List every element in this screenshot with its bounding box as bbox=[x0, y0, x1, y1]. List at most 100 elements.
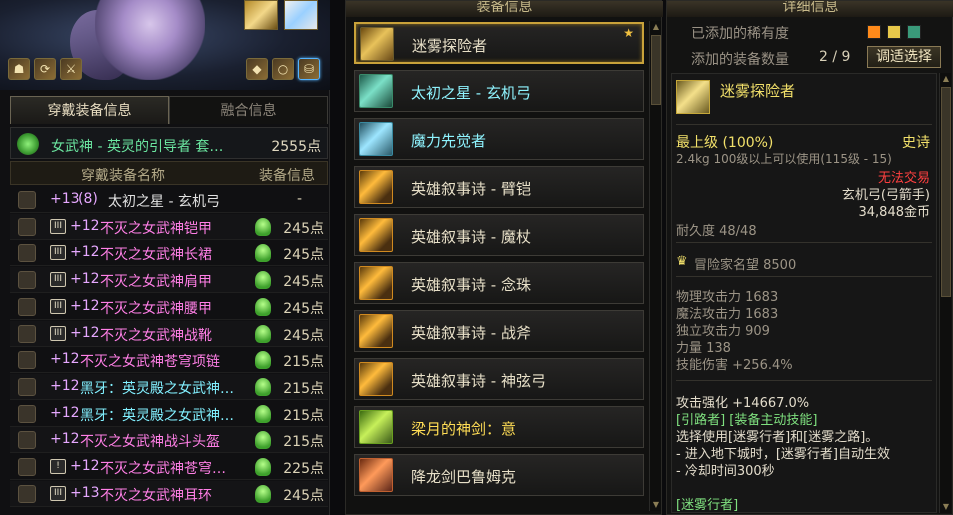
enhance-level: +12 bbox=[50, 431, 80, 448]
item-card[interactable]: 英雄叙事诗 - 念珠 bbox=[354, 262, 644, 304]
detail-price: 34,848金币 bbox=[858, 205, 931, 220]
equipment-row[interactable]: +12 黑牙：英灵殿之女武神… 215点 bbox=[10, 373, 328, 400]
equipment-name: 不灭之女武神战靴 bbox=[100, 327, 212, 344]
equipment-row[interactable]: III +12 不灭之女武神长裙 245点 bbox=[10, 240, 328, 267]
equipment-points: 245点 bbox=[283, 300, 324, 317]
adjust-selection-button[interactable]: 调适选择 bbox=[867, 46, 941, 68]
divider bbox=[676, 242, 932, 243]
tab-worn-equipment[interactable]: 穿戴装备信息 bbox=[10, 96, 169, 124]
weapon-icon[interactable]: ⚔ bbox=[60, 58, 82, 80]
equipment-row[interactable]: III +12 不灭之女武神战靴 245点 bbox=[10, 320, 328, 347]
item-card[interactable]: 英雄叙事诗 - 神弦弓 bbox=[354, 358, 644, 400]
equipment-points: 215点 bbox=[283, 407, 324, 424]
set-name: 女武神 - 英灵的引导者 套… bbox=[51, 139, 224, 155]
grade-badge-icon: III bbox=[50, 325, 66, 341]
slot-icon bbox=[18, 377, 36, 396]
scroll-thumb[interactable] bbox=[651, 35, 661, 105]
scroll-down-icon[interactable]: ▼ bbox=[651, 500, 661, 510]
equipment-name: 不灭之女武神肩甲 bbox=[100, 274, 212, 291]
rarity-box-epic[interactable] bbox=[867, 25, 881, 39]
swap-icon[interactable]: ⟳ bbox=[34, 58, 56, 80]
scroll-up-icon[interactable]: ▲ bbox=[941, 74, 951, 84]
equipment-name: 不灭之女武神战斗头盔 bbox=[80, 434, 220, 451]
grade-badge-icon: III bbox=[50, 298, 66, 314]
set-helm-icon bbox=[255, 377, 271, 396]
equipment-row[interactable]: +12 不灭之女武神战斗头盔 215点 bbox=[10, 427, 328, 454]
character-portrait: ☗ ⟳ ⚔ ◆ ○ ⛁ bbox=[0, 0, 330, 90]
equipment-row[interactable]: III +12 不灭之女武神铠甲 245点 bbox=[10, 213, 328, 240]
favorite-star-icon[interactable]: ★ bbox=[623, 26, 634, 40]
set-summary-row[interactable]: 女武神 - 英灵的引导者 套… 2555点 bbox=[10, 127, 328, 159]
equipment-points: 215点 bbox=[283, 434, 324, 451]
equipment-points: 215点 bbox=[283, 354, 324, 371]
grade-badge-icon: III bbox=[50, 245, 66, 261]
item-card[interactable]: 英雄叙事诗 - 魔杖 bbox=[354, 214, 644, 256]
item-card[interactable]: 降龙剑巴鲁姆克 bbox=[354, 454, 644, 496]
rarity-box-rare[interactable] bbox=[907, 25, 921, 39]
col-header-info: 装备信息 bbox=[259, 168, 315, 184]
equipment-row[interactable]: III +13 不灭之女武神耳环 245点 bbox=[10, 480, 328, 507]
scroll-thumb[interactable] bbox=[941, 87, 951, 297]
item-card[interactable]: 梁月的神剑：意 bbox=[354, 406, 644, 448]
equipment-row[interactable]: +13 (8) 太初之星 - 玄机弓 - bbox=[10, 187, 328, 213]
divider bbox=[676, 276, 932, 277]
stat-line: 技能伤害 +256.4% bbox=[676, 358, 793, 373]
equipment-points: 245点 bbox=[283, 220, 324, 237]
slot-icon bbox=[18, 404, 36, 423]
item-name: 魔力先觉者 bbox=[411, 132, 487, 150]
slot-icon bbox=[18, 324, 36, 343]
enhance-extra: (8) bbox=[78, 191, 98, 207]
equip-slot-gold-icon[interactable] bbox=[244, 0, 278, 30]
bag-icon[interactable]: ⛁ bbox=[298, 58, 320, 80]
equipment-name: 不灭之女武神苍穹… bbox=[100, 461, 226, 477]
item-icon bbox=[360, 27, 394, 61]
item-card[interactable]: 英雄叙事诗 - 臂铠 bbox=[354, 166, 644, 208]
equipment-points: 245点 bbox=[283, 274, 324, 291]
equipment-row[interactable]: III +12 不灭之女武神肩甲 245点 bbox=[10, 267, 328, 294]
equipment-row[interactable]: +12 黑牙：英灵殿之女武神… 215点 bbox=[10, 401, 328, 427]
equipment-row[interactable]: +12 不灭之女武神苍穹项链 215点 bbox=[10, 347, 328, 374]
item-card[interactable]: 太初之星 - 玄机弓 bbox=[354, 70, 644, 112]
equipment-row[interactable]: III +12 不灭之女武神腰甲 245点 bbox=[10, 294, 328, 320]
ring-icon[interactable]: ○ bbox=[272, 58, 294, 80]
item-name: 太初之星 - 玄机弓 bbox=[411, 84, 531, 102]
detail-durability: 耐久度 48/48 bbox=[676, 224, 757, 239]
crest-icon[interactable]: ☗ bbox=[8, 58, 30, 80]
scroll-up-icon[interactable]: ▲ bbox=[651, 22, 661, 32]
item-name: 迷雾探险者 bbox=[412, 37, 488, 55]
rarity-box-legendary[interactable] bbox=[887, 25, 901, 39]
set-helm-icon bbox=[255, 484, 271, 503]
armor-icon[interactable]: ◆ bbox=[246, 58, 268, 80]
equipment-points: 245点 bbox=[283, 247, 324, 264]
enhance-level: +12 bbox=[50, 404, 80, 421]
set-helm-icon bbox=[255, 324, 271, 343]
enhance-level: +12 bbox=[50, 351, 80, 368]
equip-slot-silver-icon[interactable] bbox=[284, 0, 318, 30]
set-points: 2555点 bbox=[271, 139, 321, 155]
scroll-down-icon[interactable]: ▼ bbox=[941, 502, 951, 512]
item-name: 英雄叙事诗 - 战斧 bbox=[411, 324, 531, 342]
detail-grade: 史诗 bbox=[902, 135, 930, 151]
set-helm-icon bbox=[17, 133, 39, 155]
slot-icon bbox=[18, 297, 36, 316]
item-list-scrollbar[interactable]: ▲ ▼ bbox=[649, 21, 661, 511]
detail-scrollbar[interactable]: ▲ ▼ bbox=[939, 73, 951, 513]
set-helm-icon bbox=[255, 431, 271, 450]
slot-icon bbox=[18, 458, 36, 476]
tab-fusion-info[interactable]: 融合信息 bbox=[169, 96, 328, 124]
item-card[interactable]: 迷雾探险者 ★ bbox=[354, 22, 644, 64]
set-helm-icon bbox=[255, 297, 271, 316]
equipment-row[interactable]: ! +12 不灭之女武神苍穹… 225点 bbox=[10, 454, 328, 480]
slot-icon bbox=[18, 191, 36, 209]
equipment-name: 黑牙：英灵殿之女武神… bbox=[80, 407, 234, 424]
set-helm-icon bbox=[255, 271, 271, 290]
item-card[interactable]: 英雄叙事诗 - 战斧 bbox=[354, 310, 644, 352]
equipment-name: 不灭之女武神苍穹项链 bbox=[80, 354, 220, 371]
slot-icon bbox=[18, 484, 36, 503]
item-icon bbox=[359, 266, 393, 300]
equipment-info-panel: 装备信息 迷雾探险者 ★ 太初之星 - 玄机弓 魔力先觉者 英雄叙事诗 - 臂铠 英雄叙事… bbox=[345, 0, 663, 515]
enhance-level: +12 bbox=[70, 271, 100, 288]
item-card[interactable]: 魔力先觉者 bbox=[354, 118, 644, 160]
detail-title: 详细信息 bbox=[667, 1, 953, 17]
equipment-points: 245点 bbox=[283, 327, 324, 344]
